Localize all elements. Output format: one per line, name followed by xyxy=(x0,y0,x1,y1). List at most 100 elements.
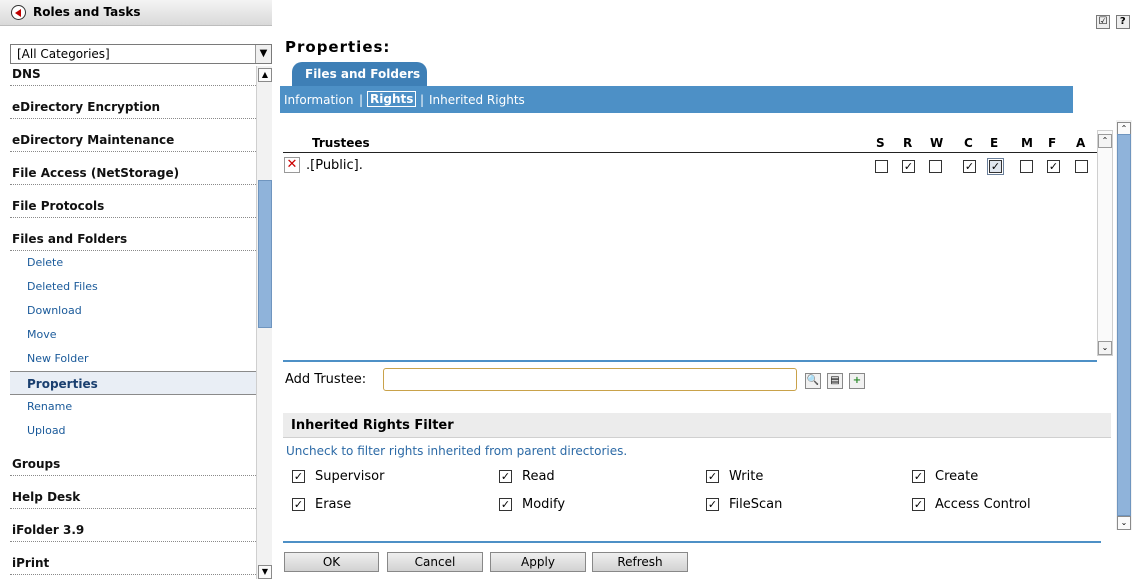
trustee-name: .[Public]. xyxy=(306,158,363,173)
filter-checkbox[interactable]: ✓ xyxy=(912,470,925,483)
cancel-button[interactable]: Cancel xyxy=(387,552,483,572)
filter-checkbox[interactable]: ✓ xyxy=(912,498,925,511)
filter-label: Write xyxy=(729,469,764,484)
divider xyxy=(283,360,1097,362)
refresh-button[interactable]: Refresh xyxy=(592,552,688,572)
col-right-r: R xyxy=(903,136,913,150)
main-scrollbar[interactable]: ⌃ ⌄ xyxy=(1116,120,1132,530)
nav-category-iprint[interactable]: iPrint xyxy=(10,542,256,575)
add-trustee-input[interactable] xyxy=(383,368,797,391)
chevron-down-icon[interactable]: ▼ xyxy=(255,45,271,63)
subnav-inherited-rights[interactable]: Inherited Rights xyxy=(429,93,525,107)
subnav-information[interactable]: Information xyxy=(284,93,353,107)
col-right-s: S xyxy=(876,136,885,150)
nav-category-edirectory-maintenance[interactable]: eDirectory Maintenance xyxy=(10,119,256,152)
col-right-w: W xyxy=(930,136,944,150)
scroll-down-icon[interactable]: ⌄ xyxy=(1098,341,1112,355)
filter-checkbox[interactable]: ✓ xyxy=(292,470,305,483)
nav-category-file-protocols[interactable]: File Protocols xyxy=(10,185,256,218)
nav-task-rename[interactable]: Rename xyxy=(10,395,256,419)
scroll-up-icon[interactable]: ⌃ xyxy=(1098,134,1112,148)
nav-category-label: Files and Folders xyxy=(12,232,128,246)
nav-task-download[interactable]: Download xyxy=(10,299,256,323)
right-checkbox-w[interactable] xyxy=(929,160,942,173)
nav-task-move[interactable]: Move xyxy=(10,323,256,347)
trustee-table: Trustees S R W C E M F A ✕ .[Public]. ✓ ✓ ✓ ✓ xyxy=(283,127,1098,357)
delete-icon[interactable]: ✕ xyxy=(284,157,300,173)
apply-button[interactable]: Apply xyxy=(490,552,586,572)
nav-task-delete[interactable]: Delete xyxy=(10,251,256,275)
nav-category-file-access-netstorage[interactable]: File Access (NetStorage) xyxy=(10,152,256,185)
inherited-rights-filter-header: Inherited Rights Filter xyxy=(283,413,1111,438)
search-icon[interactable]: 🔍 xyxy=(805,373,821,389)
nav-task-label: Properties xyxy=(27,377,98,391)
right-checkbox-a[interactable] xyxy=(1075,160,1088,173)
irf-description: Uncheck to filter rights inherited from … xyxy=(286,444,628,458)
nav-task-label: Deleted Files xyxy=(27,280,98,293)
nav-task-label: Move xyxy=(27,328,57,341)
help-icon[interactable]: ? xyxy=(1115,15,1130,29)
nav-task-label: Upload xyxy=(27,424,66,437)
ok-button[interactable]: OK xyxy=(284,552,379,572)
filter-label: Modify xyxy=(522,497,566,512)
nav-task-deleted-files[interactable]: Deleted Files xyxy=(10,275,256,299)
nav-category-help-desk[interactable]: Help Desk xyxy=(10,476,256,509)
nav-category-groups[interactable]: Groups xyxy=(10,443,256,476)
trustee-scrollbar[interactable]: ⌃ ⌄ xyxy=(1097,130,1113,356)
nav-scrollbar[interactable]: ▲ ▼ xyxy=(256,66,272,579)
right-checkbox-c[interactable]: ✓ xyxy=(963,160,976,173)
scroll-down-icon[interactable]: ⌄ xyxy=(1117,516,1131,530)
filter-label: Access Control xyxy=(935,497,1031,512)
filter-label: Read xyxy=(522,469,555,484)
browse-tree-icon[interactable]: ▤ xyxy=(827,373,843,389)
subnav-separator: | xyxy=(359,93,364,107)
nav-category-files-and-folders[interactable]: Files and Folders xyxy=(10,218,256,251)
category-select[interactable]: [All Categories] ▼ xyxy=(10,44,272,64)
nav-task-properties[interactable]: Properties xyxy=(10,371,256,395)
nav-task-new-folder[interactable]: New Folder xyxy=(10,347,256,371)
nav-list: DNS eDirectory Encryption eDirectory Maint… xyxy=(10,66,256,579)
category-select-value: [All Categories] xyxy=(17,47,110,61)
page-title: Properties: xyxy=(285,38,391,56)
filter-checkbox[interactable]: ✓ xyxy=(706,498,719,511)
nav-category-label: File Protocols xyxy=(12,199,105,213)
right-checkbox-r[interactable]: ✓ xyxy=(902,160,915,173)
nav-category-dns[interactable]: DNS xyxy=(10,66,256,86)
right-checkbox-e[interactable]: ✓ xyxy=(987,158,1004,175)
scroll-thumb[interactable] xyxy=(258,180,272,328)
filter-checkbox[interactable]: ✓ xyxy=(706,470,719,483)
nav-category-label: File Access (NetStorage) xyxy=(12,166,180,180)
col-trustees: Trustees xyxy=(312,136,370,150)
back-arrow-icon[interactable] xyxy=(11,5,26,20)
col-right-c: C xyxy=(964,136,973,150)
nav-task-label: New Folder xyxy=(27,352,89,365)
tasks-icon[interactable]: ☑ xyxy=(1096,15,1110,29)
scroll-up-icon[interactable]: ▲ xyxy=(258,68,272,82)
trustee-table-header: Trustees S R W C E M F A xyxy=(283,133,1098,153)
add-trustee-label: Add Trustee: xyxy=(285,372,367,387)
nav-category-edirectory-encryption[interactable]: eDirectory Encryption xyxy=(10,86,256,119)
filter-checkbox[interactable]: ✓ xyxy=(292,498,305,511)
tab-files-and-folders[interactable]: Files and Folders xyxy=(292,62,427,86)
scroll-thumb[interactable] xyxy=(1117,134,1131,516)
subnav-rights[interactable]: Rights xyxy=(367,91,417,107)
filter-label: FileScan xyxy=(729,497,783,512)
nav-category-label: DNS xyxy=(12,67,41,81)
nav-category-label: Groups xyxy=(12,457,61,471)
table-row: ✕ .[Public]. ✓ ✓ ✓ ✓ xyxy=(283,155,1098,177)
nav-category-label: eDirectory Maintenance xyxy=(12,133,175,147)
filter-checkbox[interactable]: ✓ xyxy=(499,470,512,483)
nav-category-label: iPrint xyxy=(12,556,50,570)
subnav-bar: Information | Rights | Inherited Rights xyxy=(280,86,1073,113)
nav-task-upload[interactable]: Upload xyxy=(10,419,256,443)
right-checkbox-f[interactable]: ✓ xyxy=(1047,160,1060,173)
filter-checkbox[interactable]: ✓ xyxy=(499,498,512,511)
nav-category-label: eDirectory Encryption xyxy=(12,100,161,114)
scroll-down-icon[interactable]: ▼ xyxy=(258,565,272,579)
right-checkbox-s[interactable] xyxy=(875,160,888,173)
right-checkbox-m[interactable] xyxy=(1020,160,1033,173)
nav-header: Roles and Tasks xyxy=(0,0,272,26)
nav-category-ifolder-3-9[interactable]: iFolder 3.9 xyxy=(10,509,256,542)
filter-label: Erase xyxy=(315,497,352,512)
add-icon[interactable]: + xyxy=(849,373,865,389)
